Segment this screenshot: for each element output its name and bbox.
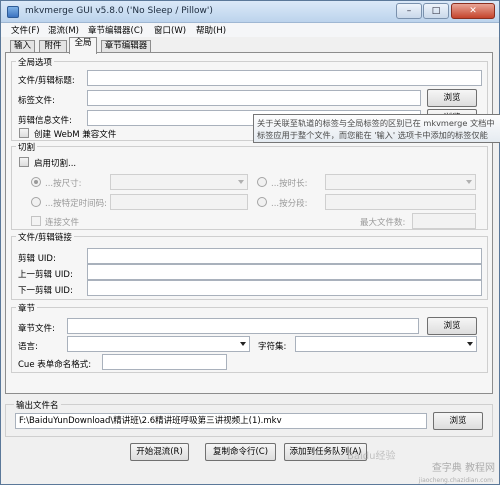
copy-command-line-button[interactable]: 复制命令行(C) — [205, 443, 276, 461]
main-window: mkvmerge GUI v5.8.0 ('No Sleep / Pillow'… — [0, 0, 500, 485]
split-group: 切割 启用切割... ...按尺寸: ...按时长: ...按特定时间码: ..… — [11, 141, 488, 230]
tags-file-label: 标签文件: — [18, 96, 55, 106]
split-duration-combo[interactable] — [325, 174, 476, 190]
webm-checkbox[interactable] — [19, 128, 29, 138]
max-files-input[interactable] — [412, 213, 476, 229]
next-segment-uid-input[interactable] — [87, 280, 482, 296]
menu-file[interactable]: 文件(F) — [11, 24, 40, 36]
split-title: 切割 — [16, 141, 38, 153]
dropdown-arrow-icon — [240, 342, 246, 346]
segment-uid-input[interactable] — [87, 248, 482, 264]
file-title-label: 文件/剪辑标题: — [18, 76, 75, 86]
menu-window[interactable]: 窗口(W) — [154, 24, 186, 36]
window-title: mkvmerge GUI v5.8.0 ('No Sleep / Pillow'… — [25, 6, 213, 16]
charset-label: 字符集: — [258, 342, 287, 352]
dropdown-arrow-icon — [466, 180, 472, 184]
link-files-checkbox[interactable] — [31, 216, 41, 226]
global-options-title: 全局选项 — [16, 56, 55, 68]
minimize-button[interactable]: – — [396, 3, 422, 19]
cue-name-format-input[interactable] — [102, 354, 227, 370]
split-by-size-label: ...按尺寸: — [45, 179, 82, 189]
charset-select[interactable] — [295, 336, 477, 352]
split-by-parts-radio[interactable] — [257, 197, 267, 207]
cue-name-format-label: Cue 表单命名格式: — [18, 360, 92, 370]
split-timecodes-input[interactable] — [110, 194, 248, 210]
split-by-duration-label: ...按时长: — [271, 179, 308, 189]
global-tab-panel: 全局选项 文件/剪辑标题: 标签文件: 浏览 剪辑信息文件: 浏览 创建 Web… — [5, 52, 493, 394]
tab-global[interactable]: 全局 — [69, 37, 97, 54]
site-url-watermark: jiaocheng.chazidian.com — [418, 477, 493, 484]
menu-mux[interactable]: 混流(M) — [48, 24, 79, 36]
max-files-label: 最大文件数: — [360, 218, 406, 228]
output-title: 输出文件名 — [14, 399, 61, 411]
split-by-parts-label: ...按分段: — [271, 199, 308, 209]
output-group: 输出文件名 F:\BaiduYunDownload\精讲班\2.6精讲班呼吸第三… — [5, 399, 493, 437]
title-bar[interactable]: mkvmerge GUI v5.8.0 ('No Sleep / Pillow'… — [1, 1, 499, 23]
maximize-button[interactable]: □ — [423, 3, 449, 19]
linking-title: 文件/剪辑链接 — [16, 231, 74, 243]
file-title-input[interactable] — [87, 70, 482, 86]
prev-segment-uid-input[interactable] — [87, 264, 482, 280]
app-icon — [7, 6, 19, 18]
menu-chapter-editor[interactable]: 章节编辑器(C) — [88, 24, 143, 36]
tab-strip: 输入 附件 全局 章节编辑器 — [1, 37, 499, 54]
chapter-browse-button[interactable]: 浏览 — [427, 317, 477, 335]
language-label: 语言: — [18, 342, 38, 352]
chapter-file-label: 章节文件: — [18, 324, 55, 334]
segment-info-label: 剪辑信息文件: — [18, 116, 72, 126]
site-watermark: 查字典 教程网 — [431, 463, 495, 474]
menu-help[interactable]: 帮助(H) — [196, 24, 226, 36]
link-files-label: 连接文件 — [45, 218, 80, 228]
tooltip-line-1: 关于关联至轨道的标签与全局标签的区别已在 mkvmerge 文档中 — [257, 118, 495, 128]
linking-group: 文件/剪辑链接 剪辑 UID: 上一剪辑 UID: 下一剪辑 UID: — [11, 231, 488, 300]
chapters-group: 章节 章节文件: 浏览 语言: 字符集: Cue 表单命名格式: — [11, 302, 488, 373]
start-muxing-button[interactable]: 开始混流(R) — [130, 443, 189, 461]
webm-label: 创建 WebM 兼容文件 — [34, 130, 117, 140]
baidu-watermark: Baidu经验 — [347, 451, 396, 462]
split-size-combo[interactable] — [110, 174, 248, 190]
tags-tooltip: 关于关联至轨道的标签与全局标签的区别已在 mkvmerge 文档中 标签应用于整… — [253, 114, 500, 143]
tooltip-line-2: 标签应用于整个文件，而您能在 '输入' 选项卡中添加的标签仅能 — [257, 130, 488, 140]
language-select[interactable] — [67, 336, 250, 352]
tags-browse-button[interactable]: 浏览 — [427, 89, 477, 107]
output-filename-input[interactable]: F:\BaiduYunDownload\精讲班\2.6精讲班呼吸第三讲视频上(1… — [15, 413, 427, 429]
next-segment-uid-label: 下一剪辑 UID: — [18, 286, 73, 296]
segment-uid-label: 剪辑 UID: — [18, 254, 56, 264]
prev-segment-uid-label: 上一剪辑 UID: — [18, 270, 73, 280]
enable-split-checkbox[interactable] — [19, 157, 29, 167]
chapter-file-input[interactable] — [67, 318, 419, 334]
tags-file-input[interactable] — [87, 90, 421, 106]
split-parts-input[interactable] — [325, 194, 476, 210]
split-by-size-radio[interactable] — [31, 177, 41, 187]
split-by-duration-radio[interactable] — [257, 177, 267, 187]
dropdown-arrow-icon — [238, 180, 244, 184]
dropdown-arrow-icon — [467, 342, 473, 346]
output-browse-button[interactable]: 浏览 — [433, 412, 483, 430]
close-button[interactable]: ✕ — [451, 3, 495, 19]
enable-split-label: 启用切割... — [34, 159, 77, 169]
chapters-title: 章节 — [16, 302, 38, 314]
menu-bar: 文件(F) 混流(M) 章节编辑器(C) 窗口(W) 帮助(H) — [1, 23, 499, 37]
split-by-timecodes-label: ...按特定时间码: — [45, 199, 107, 209]
split-by-timecodes-radio[interactable] — [31, 197, 41, 207]
